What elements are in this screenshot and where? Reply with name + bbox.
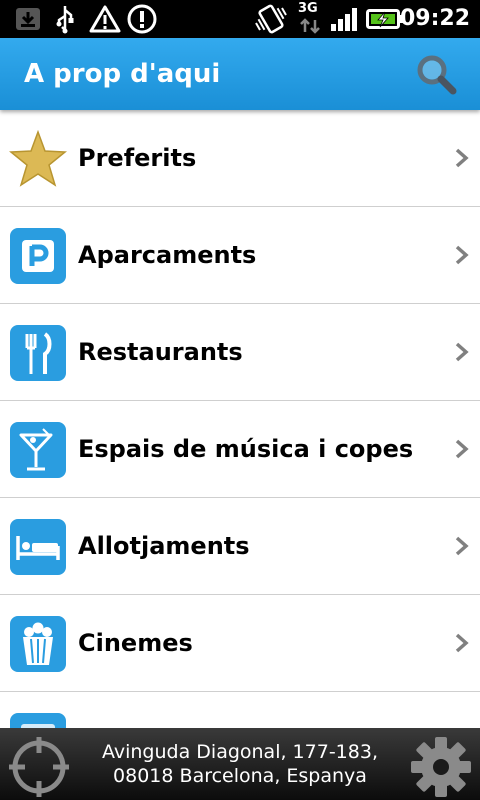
list-item-label: Aparcaments — [78, 241, 257, 269]
usb-icon — [56, 6, 74, 34]
crosshair-icon[interactable] — [2, 734, 76, 798]
network-type-label: 3G — [298, 1, 318, 16]
bed-icon — [10, 519, 66, 575]
chevron-right-icon — [455, 439, 469, 459]
status-bar: 3G 09:22 — [0, 0, 480, 38]
download-icon — [16, 8, 40, 30]
battery-charging-icon — [366, 9, 403, 29]
cocktail-icon — [10, 422, 66, 478]
page-title: A prop d'aqui — [24, 59, 221, 89]
alert-icon — [127, 4, 157, 34]
gear-icon[interactable] — [408, 734, 474, 800]
chevron-right-icon — [455, 245, 469, 265]
chevron-right-icon — [455, 342, 469, 362]
list-item-label: Restaurants — [78, 338, 243, 366]
list-item-label: Allotjaments — [78, 532, 250, 560]
status-clock: 09:22 — [399, 6, 470, 31]
list-item-label: Espais de música i copes — [78, 435, 414, 463]
list-item-preferits[interactable]: Preferits — [0, 110, 480, 207]
warning-icon — [89, 5, 121, 33]
chevron-right-icon — [455, 633, 469, 653]
app-bar: A prop d'aqui — [0, 38, 480, 110]
category-list: Preferits Aparcaments Restaurants Espais… — [0, 110, 480, 728]
list-item-musica-copes[interactable]: Espais de música i copes — [0, 401, 480, 498]
address-line-2: 08018 Barcelona, Espanya — [113, 765, 367, 787]
address-line-1: Avinguda Diagonal, 177-183, — [101, 741, 378, 763]
list-item-partial[interactable] — [0, 692, 480, 728]
parking-icon — [10, 228, 66, 284]
list-item-restaurants[interactable]: Restaurants — [0, 304, 480, 401]
list-item-aparcaments[interactable]: Aparcaments — [0, 207, 480, 304]
category-icon — [10, 713, 66, 728]
star-icon — [9, 130, 67, 187]
chevron-right-icon — [455, 148, 469, 168]
data-arrows-icon — [300, 18, 320, 34]
vibrate-icon — [255, 4, 287, 34]
current-address: Avinguda Diagonal, 177-183, 08018 Barcel… — [80, 740, 400, 788]
list-item-label: Cinemes — [78, 629, 193, 657]
popcorn-icon — [10, 616, 66, 672]
search-icon[interactable] — [414, 52, 460, 98]
chevron-right-icon — [455, 536, 469, 556]
list-item-allotjaments[interactable]: Allotjaments — [0, 498, 480, 595]
list-item-label: Preferits — [78, 144, 197, 172]
signal-icon — [331, 8, 357, 31]
list-item-cinemes[interactable]: Cinemes — [0, 595, 480, 692]
fork-knife-icon — [10, 325, 66, 381]
location-footer: Avinguda Diagonal, 177-183, 08018 Barcel… — [0, 728, 480, 800]
